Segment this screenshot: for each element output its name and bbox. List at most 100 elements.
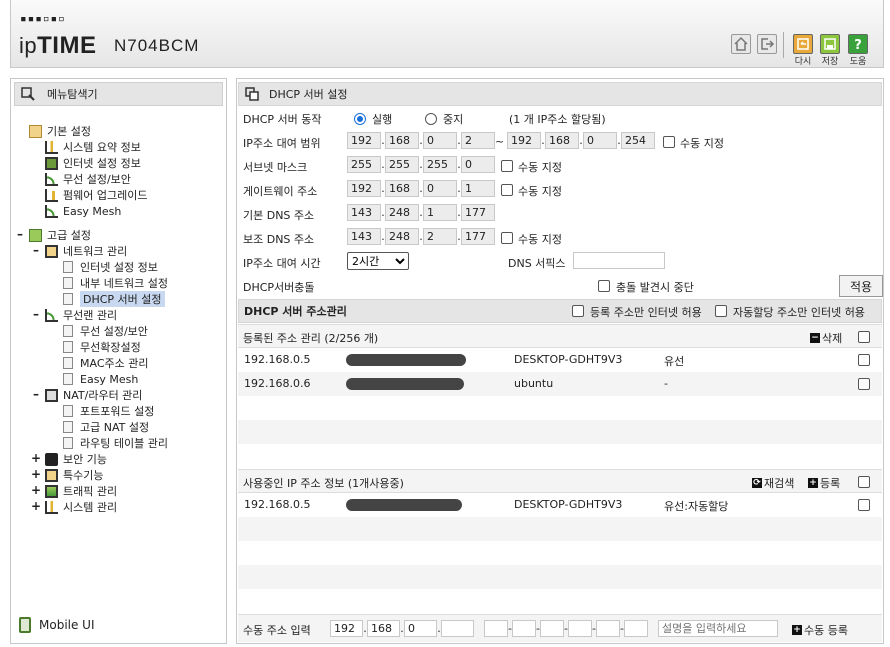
back-button[interactable] — [793, 34, 813, 54]
tree-group-nat[interactable]: NAT/라우터 관리 — [45, 387, 142, 403]
row-checkbox[interactable] — [858, 378, 870, 390]
ip-octet-field[interactable]: 1 — [461, 180, 495, 197]
collapse-icon[interactable]: – — [31, 243, 41, 257]
row-checkbox[interactable] — [858, 354, 870, 366]
mac-octet-field[interactable] — [540, 620, 564, 637]
apply-button[interactable]: 적용 — [839, 275, 883, 297]
tree-item-routing-table[interactable]: 라우팅 테이블 관리 — [63, 435, 168, 451]
mac-octet-field[interactable] — [484, 620, 508, 637]
dhcp-stop-radio[interactable] — [425, 113, 437, 125]
page-icon — [63, 437, 73, 449]
tree-item-easymesh-advanced[interactable]: Easy Mesh — [63, 371, 138, 387]
tree-item-wireless[interactable]: 무선 설정/보안 — [45, 171, 131, 187]
ip-octet-field[interactable]: 2 — [423, 228, 457, 245]
mobile-ui-label: Mobile UI — [39, 618, 95, 632]
ip-octet-field[interactable]: 192 — [330, 620, 363, 637]
ip-octet-field[interactable]: 192 — [507, 132, 541, 149]
ip-octet-field[interactable]: 2 — [461, 132, 495, 149]
home-button[interactable] — [731, 34, 751, 54]
ip-octet-field[interactable]: 0 — [404, 620, 437, 637]
mobile-ui-link[interactable]: Mobile UI — [19, 617, 95, 633]
rescan-button[interactable]: ⟳ 재검색 — [752, 475, 794, 491]
logo-prefix: ip — [19, 33, 38, 58]
logout-button[interactable] — [757, 34, 777, 54]
tree-group-network[interactable]: 네트워크 관리 — [45, 243, 127, 259]
lease-time-select[interactable]: 2시간 — [347, 252, 409, 270]
tree-item-wireless-extend[interactable]: 무선확장설정 — [63, 339, 141, 355]
delete-button[interactable]: − 삭제 — [810, 330, 842, 346]
mac-octet-field[interactable] — [596, 620, 620, 637]
ip-octet-field[interactable]: 168 — [385, 132, 419, 149]
ip-octet-field[interactable]: 254 — [621, 132, 655, 149]
ip-octet-field[interactable]: 177 — [461, 204, 495, 221]
ip-octet-field[interactable]: 248 — [385, 204, 419, 221]
gateway-manual-checkbox[interactable] — [501, 184, 513, 196]
registered-only-checkbox[interactable] — [572, 305, 584, 317]
tree-item-dhcp-server[interactable]: DHCP 서버 설정 — [63, 291, 165, 307]
select-all-inuse-checkbox[interactable] — [858, 476, 870, 488]
mac-octet-field[interactable] — [568, 620, 592, 637]
ip-octet-field[interactable]: 143 — [347, 204, 381, 221]
manual-register-button[interactable]: + 수동 등록 — [792, 622, 848, 638]
auto-only-checkbox[interactable] — [715, 305, 727, 317]
tree-group-special[interactable]: 특수기능 — [45, 467, 103, 483]
collapse-icon[interactable]: – — [15, 227, 25, 241]
ip-octet-field[interactable]: 248 — [385, 228, 419, 245]
tree-item-mac-management[interactable]: MAC주소 관리 — [63, 355, 148, 371]
mac-octet-field[interactable] — [512, 620, 536, 637]
tree-item-system-summary[interactable]: 시스템 요약 정보 — [45, 139, 141, 155]
dhcp-alloc-note: (1 개 IP주소 할당됨) — [509, 113, 606, 126]
expand-icon[interactable]: + — [31, 499, 41, 513]
ip-octet-field[interactable]: 143 — [347, 228, 381, 245]
tree-group-security[interactable]: 보안 기능 — [45, 451, 107, 467]
ip-octet-field[interactable]: 0 — [423, 132, 457, 149]
ip-octet-field[interactable]: 192 — [347, 132, 381, 149]
tree-item-lan-settings[interactable]: 내부 네트워크 설정 — [63, 275, 168, 291]
ip-octet-field[interactable]: 255 — [385, 156, 419, 173]
ip-octet-field[interactable]: 0 — [461, 156, 495, 173]
mac-octet-field[interactable] — [624, 620, 648, 637]
subnet-manual-checkbox[interactable] — [501, 160, 513, 172]
tree-item-port-forward[interactable]: 포트포워드 설정 — [63, 403, 154, 419]
ip-octet-field[interactable]: 0 — [583, 132, 617, 149]
expand-icon[interactable]: + — [31, 467, 41, 481]
tree-group-basic[interactable]: 기본 설정 — [29, 123, 91, 139]
tree-group-system[interactable]: 시스템 관리 — [45, 499, 117, 515]
tree-group-advanced[interactable]: 고급 설정 — [29, 227, 91, 243]
expand-icon[interactable]: + — [31, 483, 41, 497]
collapse-icon[interactable]: – — [31, 387, 41, 401]
ip-octet-field[interactable]: 177 — [461, 228, 495, 245]
tree-item-internet-info[interactable]: 인터넷 설정 정보 — [45, 155, 141, 171]
register-button[interactable]: + 등록 — [808, 475, 840, 491]
ip-octet-field[interactable]: 168 — [385, 180, 419, 197]
tree-item-firmware[interactable]: 펌웨어 업그레이드 — [45, 187, 147, 203]
collapse-icon[interactable]: – — [31, 307, 41, 321]
row-checkbox[interactable] — [858, 499, 870, 511]
expand-icon[interactable]: + — [31, 451, 41, 465]
dns-suffix-input[interactable] — [573, 252, 665, 269]
ip-octet-field[interactable]: 192 — [347, 180, 381, 197]
select-all-registered-checkbox[interactable] — [858, 331, 870, 343]
dns2-manual-checkbox[interactable] — [501, 232, 513, 244]
help-button[interactable]: ? — [848, 34, 868, 54]
tree-item-wireless-security[interactable]: 무선 설정/보안 — [63, 323, 148, 339]
range-manual-checkbox[interactable] — [663, 136, 675, 148]
ip-octet-field[interactable] — [441, 620, 474, 637]
page-icon — [63, 373, 73, 385]
save-button[interactable] — [820, 34, 840, 54]
ip-octet-field[interactable]: 255 — [423, 156, 457, 173]
ip-octet-field[interactable]: 168 — [367, 620, 400, 637]
tree-item-easymesh[interactable]: Easy Mesh — [45, 203, 121, 219]
ip-octet-field[interactable]: 0 — [423, 180, 457, 197]
conflict-stop-checkbox[interactable] — [598, 280, 610, 292]
ip-octet-field[interactable]: 255 — [347, 156, 381, 173]
tree-group-wireless[interactable]: 무선랜 관리 — [45, 307, 117, 323]
ip-octet-field[interactable]: 168 — [545, 132, 579, 149]
ip-octet-field[interactable]: 1 — [423, 204, 457, 221]
dhcp-run-radio[interactable] — [354, 113, 366, 125]
tree-item-internet-settings[interactable]: 인터넷 설정 정보 — [63, 259, 158, 275]
wifi-icon — [45, 308, 58, 322]
tree-item-advanced-nat[interactable]: 고급 NAT 설정 — [63, 419, 149, 435]
description-input[interactable] — [658, 620, 778, 637]
tree-group-traffic[interactable]: 트래픽 관리 — [45, 483, 117, 499]
